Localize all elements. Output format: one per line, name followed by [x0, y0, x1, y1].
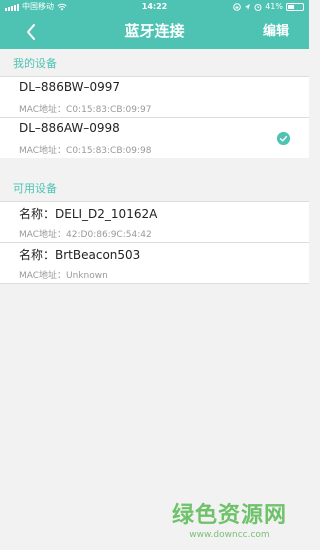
header-bar: 中国移动 14:22 41% 蓝牙连接 编辑 [0, 0, 309, 49]
divider [0, 283, 309, 284]
my-devices-title: 我的设备 [13, 57, 57, 70]
status-bar: 中国移动 14:22 41% [0, 0, 309, 14]
device-name: 名称：BrtBeacon503 [19, 248, 141, 262]
device-mac: MAC地址：C0:15:83:CB:09:97 [19, 105, 152, 115]
battery-icon [286, 3, 304, 11]
watermark-url: www.downcc.com [189, 530, 270, 540]
location-icon [245, 4, 251, 10]
device-row[interactable]: 名称：DELI_D2_10162A MAC地址：42:D0:86:9C:54:4… [0, 202, 309, 242]
device-mac: MAC地址：Unknown [19, 271, 108, 281]
device-row[interactable]: DL–886AW–0998 MAC地址：C0:15:83:CB:09:98 [0, 118, 309, 158]
edit-button[interactable]: 编辑 [263, 14, 289, 49]
watermark-text: 绿色资源网 [171, 503, 287, 528]
device-mac: MAC地址：C0:15:83:CB:09:98 [19, 146, 152, 156]
nav-bar: 蓝牙连接 编辑 [0, 14, 309, 49]
alarm-icon [254, 4, 262, 11]
device-name: DL–886AW–0998 [19, 121, 120, 135]
device-row[interactable]: 名称：BrtBeacon503 MAC地址：Unknown [0, 243, 309, 283]
device-name: 名称：DELI_D2_10162A [19, 207, 158, 221]
battery-percent: 41% [265, 2, 283, 11]
connected-check-icon [277, 132, 290, 145]
lock-rotation-icon [233, 3, 242, 11]
watermark: 绿色资源网 www.downcc.com [172, 497, 287, 540]
battery-fill [288, 5, 294, 9]
available-devices-title: 可用设备 [13, 182, 57, 195]
device-row[interactable]: DL–886BW–0997 MAC地址：C0:15:83:CB:09:97 [0, 77, 309, 117]
device-mac: MAC地址：42:D0:86:9C:54:42 [19, 230, 152, 240]
device-name: DL–886BW–0997 [19, 80, 121, 94]
